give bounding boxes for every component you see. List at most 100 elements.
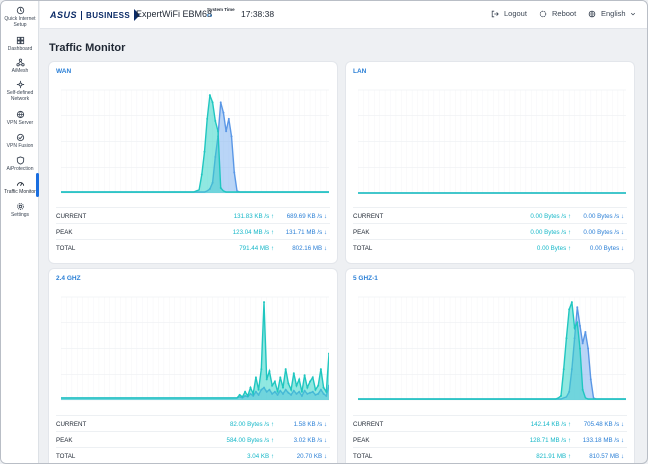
sidebar-item-label: Settings	[10, 212, 30, 218]
logout-button[interactable]: Logout	[491, 9, 527, 18]
data-point	[576, 306, 579, 309]
download-arrow-icon: ↓	[620, 245, 624, 252]
upload-arrow-icon: ↑	[567, 229, 571, 236]
data-point	[265, 378, 268, 381]
asus-business-logo[interactable]: ASUS BUSINESS	[50, 9, 141, 21]
upload-arrow-icon: ↑	[567, 213, 571, 220]
band-5ghz-1-traffic-chart	[358, 296, 626, 401]
wan-card: WAN CURRENT 131.83 KB /s ↑ 689.69 KB /s …	[49, 62, 337, 263]
data-point	[325, 390, 328, 393]
peak-row: PEAK 123.04 MB /s ↑ 131.71 MB /s ↓	[56, 223, 330, 239]
data-point	[225, 130, 228, 133]
peak-upload: 584.00 Bytes /s ↑	[226, 437, 274, 444]
aimesh-icon	[15, 58, 25, 67]
peak-upload: 128.71 MB /s ↑	[529, 437, 571, 444]
data-point	[584, 331, 587, 334]
download-arrow-icon: ↓	[323, 437, 327, 444]
chevron-down-icon	[630, 12, 635, 15]
data-point	[249, 386, 252, 389]
sidebar-item-dashboard[interactable]: Dashboard	[1, 36, 39, 52]
total-row: TOTAL 3.04 KB ↑ 20.70 KB ↓	[56, 447, 330, 463]
data-point	[578, 324, 581, 327]
current-download: 0.00 Bytes /s ↓	[583, 213, 624, 220]
language-select[interactable]: English	[588, 9, 636, 18]
data-point	[268, 370, 271, 373]
upload-arrow-icon: ↑	[567, 421, 571, 428]
sidebar-item-aiprotection[interactable]: AiProtection	[1, 156, 39, 172]
shield-icon	[16, 156, 25, 165]
sidebar-item-settings[interactable]: Settings	[1, 202, 39, 218]
total-upload: 0.00 Bytes ↑	[536, 245, 571, 252]
data-point	[200, 173, 203, 176]
peak-row: PEAK 0.00 Bytes /s ↑ 0.00 Bytes /s ↓	[353, 223, 627, 239]
sidebar-item-label: AiProtection	[6, 166, 34, 172]
data-point	[306, 386, 309, 389]
sidebar-item-vpn-server[interactable]: VPN Server	[1, 110, 39, 126]
upload-arrow-icon: ↑	[270, 437, 274, 444]
data-point	[254, 376, 257, 379]
data-point	[252, 392, 255, 395]
data-point	[273, 380, 276, 383]
total-row: TOTAL 791.44 MB ↑ 802.16 MB ↓	[56, 239, 330, 255]
current-label: CURRENT	[56, 213, 87, 220]
reboot-button[interactable]: Reboot	[539, 9, 576, 18]
sidebar-item-vpn-fusion[interactable]: VPN Fusion	[1, 133, 39, 149]
brand-sub: BUSINESS	[86, 10, 131, 20]
peak-row: PEAK 128.71 MB /s ↑ 133.18 MB /s ↓	[353, 431, 627, 447]
download-arrow-icon: ↓	[323, 421, 327, 428]
vpn-fusion-icon	[16, 133, 25, 142]
card-title: WAN	[56, 68, 72, 75]
reboot-label: Reboot	[552, 9, 577, 18]
data-point	[203, 150, 206, 153]
data-point	[573, 326, 576, 329]
peak-label: PEAK	[56, 437, 73, 444]
sidebar-item-traffic-monitor[interactable]: Traffic Monitor	[1, 179, 39, 195]
data-point	[219, 186, 222, 189]
data-point	[295, 384, 298, 387]
current-download: 689.69 KB /s ↓	[286, 213, 327, 220]
system-day: Fri	[207, 13, 213, 18]
peak-download: 131.71 MB /s ↓	[285, 229, 327, 236]
total-upload: 791.44 MB ↑	[239, 245, 274, 252]
current-label: CURRENT	[353, 213, 384, 220]
current-row: CURRENT 0.00 Bytes /s ↑ 0.00 Bytes /s ↓	[353, 207, 627, 223]
app-window: Quick Internet Setup Dashboard AiMesh Se…	[0, 0, 648, 464]
sidebar-item-label: VPN Server	[6, 120, 34, 126]
data-point	[309, 380, 312, 383]
model-name: ExpertWiFi EBM68	[136, 9, 213, 19]
download-area	[358, 307, 626, 400]
current-label: CURRENT	[56, 421, 87, 428]
data-point	[281, 386, 284, 389]
data-point	[206, 117, 209, 120]
peak-download: 0.00 Bytes /s ↓	[583, 229, 624, 236]
current-download: 1.58 KB /s ↓	[293, 421, 327, 428]
traffic-icon	[16, 179, 25, 188]
total-row: TOTAL 821.91 MB ↑ 810.57 MB ↓	[353, 447, 627, 463]
total-label: TOTAL	[56, 245, 76, 252]
peak-label: PEAK	[56, 229, 73, 236]
data-point	[589, 378, 592, 381]
current-upload: 82.00 Bytes /s ↑	[229, 421, 274, 428]
sidebar-item-quick-internet-setup[interactable]: Quick Internet Setup	[1, 6, 39, 28]
card-title: LAN	[353, 68, 367, 75]
sidebar-item-self-defined-network[interactable]: Self-defined Network	[1, 80, 39, 102]
sidebar-item-label: VPN Fusion	[6, 143, 34, 149]
current-row: CURRENT 82.00 Bytes /s ↑ 1.58 KB /s ↓	[56, 415, 330, 431]
upload-arrow-icon: ↑	[270, 213, 274, 220]
sidebar-item-label: Dashboard	[7, 46, 33, 52]
data-point	[290, 388, 293, 391]
data-point	[576, 321, 579, 324]
card-title: 5 GHZ-1	[353, 275, 378, 282]
peak-label: PEAK	[353, 437, 370, 444]
language-label: English	[601, 9, 626, 18]
page-title: Traffic Monitor	[49, 42, 126, 54]
sidebar-item-aimesh[interactable]: AiMesh	[1, 58, 39, 74]
upload-arrow-icon: ↑	[567, 437, 571, 444]
download-arrow-icon: ↓	[620, 421, 624, 428]
data-point	[263, 301, 266, 304]
gear-icon	[16, 202, 25, 211]
upload-arrow-icon: ↑	[270, 421, 274, 428]
top-header: ASUS BUSINESS ExpertWiFi EBM68 System Ti…	[40, 1, 647, 29]
current-label: CURRENT	[353, 421, 384, 428]
data-point	[214, 119, 217, 122]
